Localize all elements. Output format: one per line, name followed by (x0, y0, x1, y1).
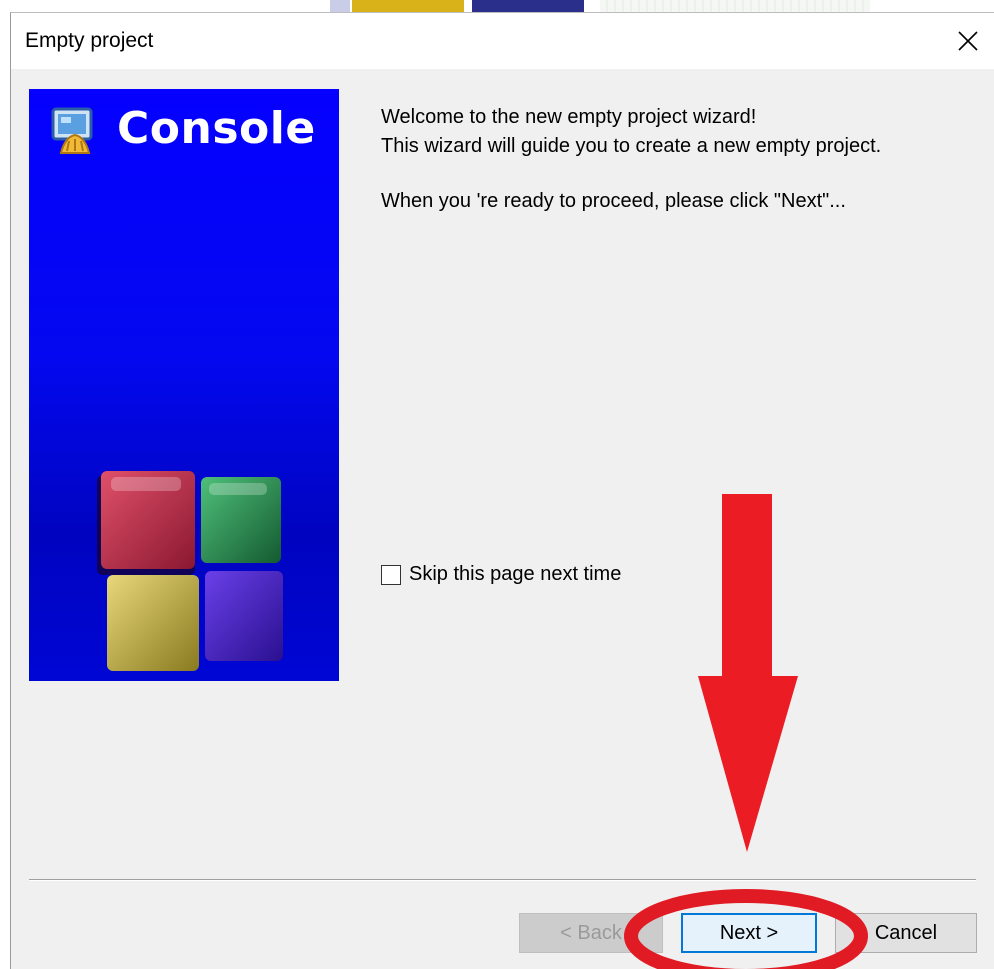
skip-page-label: Skip this page next time (409, 563, 622, 585)
title-bar: Empty project (11, 13, 994, 69)
footer-separator (29, 879, 976, 881)
skip-page-checkbox-row[interactable]: Skip this page next time (381, 563, 621, 586)
wizard-dialog: Empty project Console Welcome to the new… (10, 12, 994, 969)
proceed-instruction: When you 're ready to proceed, please cl… (381, 190, 846, 212)
cancel-button[interactable]: Cancel (835, 913, 977, 953)
banner-title: Console (117, 103, 316, 154)
welcome-text-block: Welcome to the new empty project wizard!… (381, 103, 901, 216)
close-button[interactable] (942, 13, 994, 69)
back-button[interactable]: < Back (519, 913, 663, 953)
next-button[interactable]: Next > (681, 913, 817, 953)
close-icon (958, 31, 978, 51)
console-app-icon (51, 107, 93, 154)
dialog-title: Empty project (25, 29, 154, 52)
skip-page-checkbox[interactable] (381, 564, 401, 585)
cubes-logo-icon (97, 471, 283, 671)
wizard-side-banner: Console (29, 89, 339, 681)
welcome-heading: Welcome to the new empty project wizard! (381, 106, 757, 128)
welcome-description: This wizard will guide you to create a n… (381, 135, 882, 157)
